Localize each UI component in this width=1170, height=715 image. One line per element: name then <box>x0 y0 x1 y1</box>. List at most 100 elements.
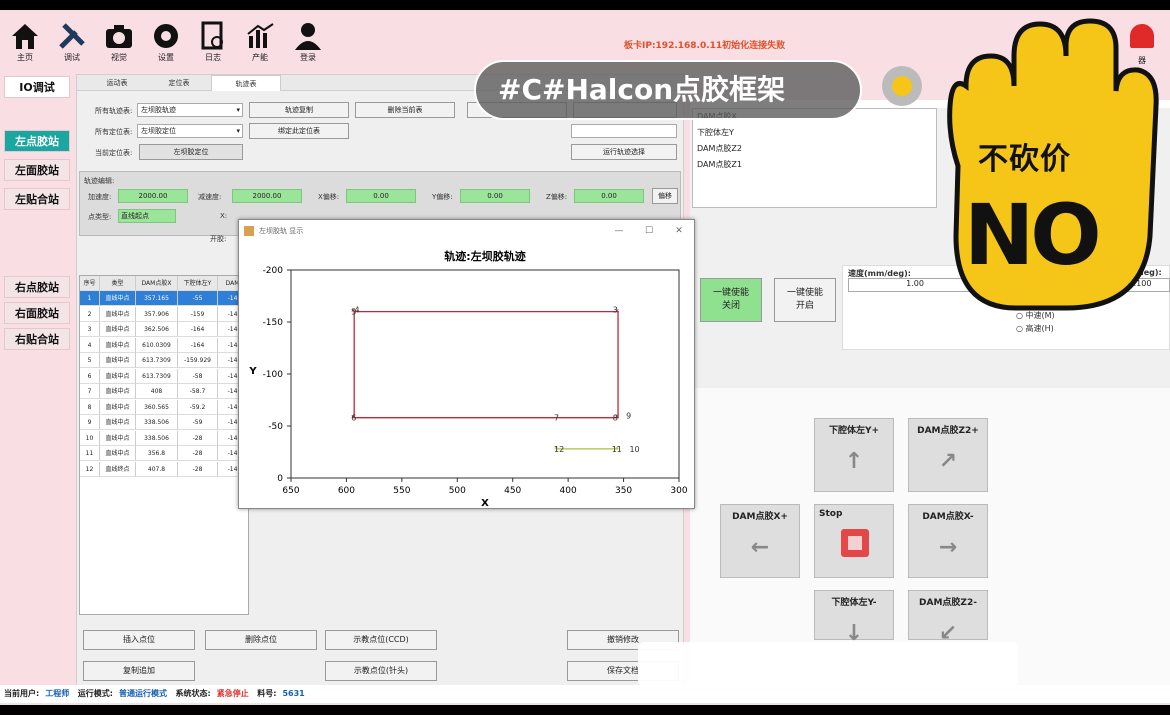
table-cell[interactable]: 直线中点 <box>100 291 136 306</box>
table-cell[interactable]: -59 <box>178 415 218 430</box>
table-cell[interactable]: 362.506 <box>136 322 178 337</box>
table-cell[interactable]: 357.165 <box>136 291 178 306</box>
jog-x-minus-button[interactable]: DAM点胶X- → <box>908 504 988 578</box>
table-cell[interactable]: -28 <box>178 430 218 446</box>
table-cell[interactable]: 3 <box>80 322 100 337</box>
toolbar-login[interactable]: 登录 <box>288 20 328 63</box>
table-cell[interactable]: -159 <box>178 306 218 322</box>
table-cell[interactable]: 11 <box>80 446 100 461</box>
table-cell[interactable]: 直线中点 <box>100 368 136 384</box>
table-cell[interactable]: -58.7 <box>178 384 218 399</box>
table-cell[interactable]: 直线中点 <box>100 415 136 430</box>
offset-button[interactable]: 偏移 <box>652 188 678 204</box>
table-cell[interactable]: 1 <box>80 291 100 306</box>
tab-motion[interactable]: 运动表 <box>87 75 147 91</box>
sidebar-left-face[interactable]: 左面胶站 <box>4 159 70 181</box>
toolbar-home[interactable]: 主页 <box>5 20 45 63</box>
table-cell[interactable]: 8 <box>80 399 100 415</box>
table-cell[interactable]: -159.929 <box>178 353 218 368</box>
insert-point-button[interactable]: 插入点位 <box>83 630 195 650</box>
table-cell[interactable]: 直线中点 <box>100 322 136 337</box>
table-cell[interactable]: 338.506 <box>136 430 178 446</box>
sidebar-io-debug[interactable]: IO调试 <box>4 76 70 98</box>
table-cell[interactable]: 12 <box>80 461 100 477</box>
pos-select[interactable]: 左坝胶定位 <box>137 124 243 138</box>
aux-input[interactable] <box>571 124 677 138</box>
teach-needle-button[interactable]: 示教点位(针头) <box>325 661 437 681</box>
xoff-input[interactable]: 0.00 <box>346 189 416 203</box>
enable-off-button[interactable]: 一键使能 关闭 <box>700 278 762 322</box>
delete-table-button[interactable]: 删除当前表 <box>355 102 455 118</box>
table-cell[interactable]: 直线中点 <box>100 353 136 368</box>
sidebar-right-bond[interactable]: 右贴合站 <box>4 328 70 350</box>
table-cell[interactable]: 407.8 <box>136 461 178 477</box>
table-cell[interactable]: 直线中点 <box>100 446 136 461</box>
copy-append-button[interactable]: 复制追加 <box>83 661 195 681</box>
toolbar-log[interactable]: 日志 <box>193 20 233 63</box>
teach-ccd-button[interactable]: 示教点位(CCD) <box>325 630 437 650</box>
table-cell[interactable]: 2 <box>80 306 100 322</box>
table-cell[interactable]: 613.7309 <box>136 353 178 368</box>
table-cell[interactable]: 6 <box>80 368 100 384</box>
table-cell[interactable]: -164 <box>178 337 218 353</box>
table-cell[interactable]: 7 <box>80 384 100 399</box>
toolbar-debug[interactable]: 调试 <box>52 20 92 63</box>
table-cell[interactable]: -58 <box>178 368 218 384</box>
table-cell[interactable]: -59.2 <box>178 399 218 415</box>
sidebar-right-dispense[interactable]: 右点胶站 <box>4 276 70 298</box>
radio-high[interactable]: ○ 高速(H) <box>1016 323 1054 334</box>
table-cell[interactable]: 直线中点 <box>100 306 136 322</box>
close-icon[interactable]: ✕ <box>664 220 694 242</box>
table-cell[interactable]: -28 <box>178 446 218 461</box>
minimize-icon[interactable]: — <box>604 220 634 242</box>
enable-on-button[interactable]: 一键使能 开启 <box>774 278 836 322</box>
table-cell[interactable]: 4 <box>80 337 100 353</box>
copy-trajectory-button[interactable]: 轨迹复制 <box>249 102 349 118</box>
table-cell[interactable]: 直线终点 <box>100 461 136 477</box>
table-cell[interactable]: -55 <box>178 291 218 306</box>
sidebar-right-face[interactable]: 右面胶站 <box>4 302 70 324</box>
table-cell[interactable]: 408 <box>136 384 178 399</box>
yoff-input[interactable]: 0.00 <box>460 189 530 203</box>
table-cell[interactable]: 直线中点 <box>100 337 136 353</box>
list-item[interactable]: DAM点胶Z1 <box>697 159 742 170</box>
toolbar-settings[interactable]: 设置 <box>146 20 186 63</box>
table-cell[interactable]: -28 <box>178 461 218 477</box>
tab-position[interactable]: 定位表 <box>149 75 209 91</box>
bind-table-button[interactable]: 绑定此定位表 <box>249 123 349 139</box>
table-cell[interactable]: 9 <box>80 415 100 430</box>
sidebar-left-dispense[interactable]: 左点胶站 <box>4 130 70 152</box>
toolbar-capacity[interactable]: 产能 <box>240 20 280 63</box>
toolbar-vision[interactable]: 视觉 <box>99 20 139 63</box>
zoff-input[interactable]: 0.00 <box>574 189 644 203</box>
table-cell[interactable]: 356.8 <box>136 446 178 461</box>
jog-y-plus-button[interactable]: 下腔体左Y+ ↑ <box>814 418 894 492</box>
sidebar-left-bond[interactable]: 左贴合站 <box>4 188 70 210</box>
list-item[interactable]: DAM点胶Z2 <box>697 143 742 154</box>
table-cell[interactable]: -164 <box>178 322 218 337</box>
acc-input[interactable]: 2000.00 <box>118 189 188 203</box>
table-cell[interactable]: 10 <box>80 430 100 446</box>
dec-input[interactable]: 2000.00 <box>232 189 302 203</box>
table-cell[interactable]: 613.7309 <box>136 368 178 384</box>
table-cell[interactable]: 360.565 <box>136 399 178 415</box>
maximize-icon[interactable]: ☐ <box>634 220 664 242</box>
jog-y-minus-button[interactable]: 下腔体左Y- ↓ <box>814 590 894 646</box>
traj-select[interactable]: 左坝胶轨迹 <box>137 103 243 117</box>
jog-z2-plus-button[interactable]: DAM点胶Z2+ ↗ <box>908 418 988 492</box>
table-cell[interactable]: 直线中点 <box>100 399 136 415</box>
jog-x-plus-button[interactable]: DAM点胶X+ ← <box>720 504 800 578</box>
ptype-select[interactable]: 直线起点 <box>118 209 176 223</box>
table-cell[interactable]: 直线中点 <box>100 430 136 446</box>
table-cell[interactable]: 610.0309 <box>136 337 178 353</box>
table-cell[interactable]: 357.906 <box>136 306 178 322</box>
run-trajectory-button[interactable]: 运行轨迹选择 <box>571 144 677 160</box>
stop-button[interactable]: Stop <box>814 504 894 578</box>
list-item[interactable]: 下腔体左Y <box>697 127 734 138</box>
jog-z2-minus-button[interactable]: DAM点胶Z2- ↙ <box>908 590 988 646</box>
table-cell[interactable]: 5 <box>80 353 100 368</box>
table-cell[interactable]: 338.506 <box>136 415 178 430</box>
tab-trajectory[interactable]: 轨迹表 <box>211 75 281 91</box>
table-cell[interactable]: 直线中点 <box>100 384 136 399</box>
delete-point-button[interactable]: 删除点位 <box>205 630 317 650</box>
